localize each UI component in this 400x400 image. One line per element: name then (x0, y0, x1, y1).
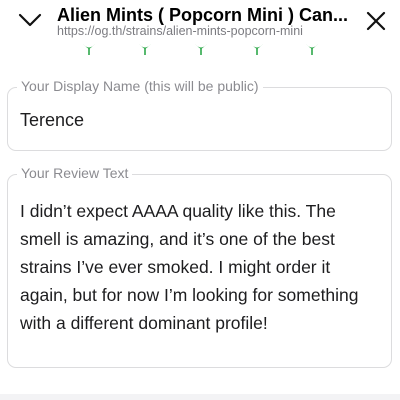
review-text-field[interactable]: Your Review Text I didn’t expect AAAA qu… (7, 165, 392, 368)
section-divider (0, 394, 400, 400)
close-icon[interactable] (364, 9, 388, 33)
chevron-down-icon[interactable] (18, 12, 42, 28)
review-text-label: Your Review Text (17, 165, 133, 181)
display-name-field[interactable]: Your Display Name (this will be public) … (7, 78, 392, 151)
leaf-icon (306, 44, 318, 55)
leaf-icon (83, 44, 95, 55)
leaf-icon (139, 44, 151, 55)
strain-leaf-rating (0, 44, 400, 58)
leaf-icon (195, 44, 207, 55)
browser-header: Alien Mints ( Popcorn Mini ) Can... http… (0, 0, 400, 44)
display-name-label: Your Display Name (this will be public) (17, 78, 263, 94)
review-text-value[interactable]: I didn’t expect AAAA quality like this. … (20, 197, 380, 337)
page-url[interactable]: https://og.th/strains/alien-mints-popcor… (57, 24, 349, 38)
leaf-icon (251, 44, 263, 55)
display-name-value[interactable]: Terence (20, 110, 84, 131)
page-title: Alien Mints ( Popcorn Mini ) Can... (57, 5, 348, 25)
